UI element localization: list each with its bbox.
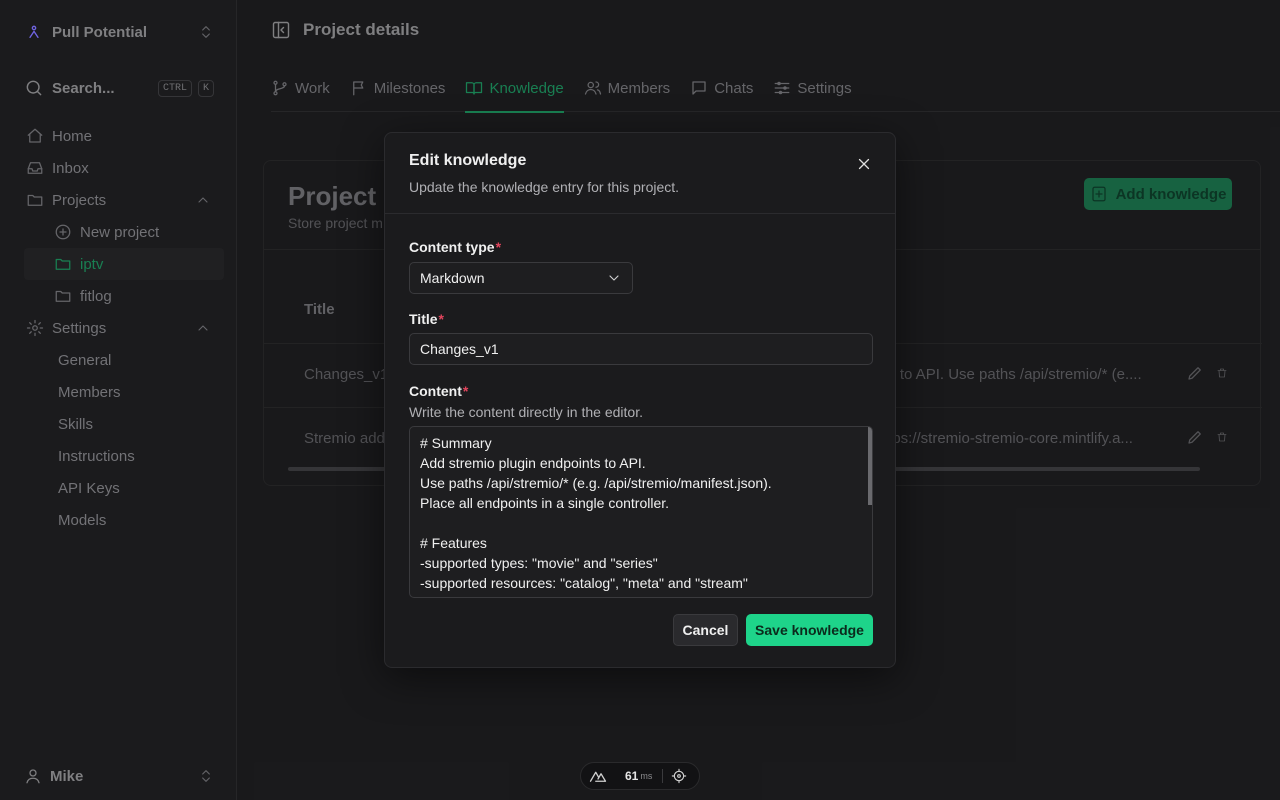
label-text: Content [409,383,462,399]
title-input-value: Changes_v1 [420,341,499,357]
edit-knowledge-dialog: Edit knowledge Update the knowledge entr… [384,132,896,668]
nuxt-logo-icon[interactable] [589,767,607,785]
cancel-button[interactable]: Cancel [673,614,738,646]
dialog-title: Edit knowledge [409,152,527,169]
toolbar-separator [662,769,664,783]
content-label: Content* [409,383,468,399]
devtools-toolbar: 61 ms [580,762,700,790]
save-knowledge-button[interactable]: Save knowledge [746,614,873,646]
content-type-label: Content type* [409,239,501,255]
content-help-text: Write the content directly in the editor… [409,404,643,420]
required-marker: * [495,239,502,255]
content-editor-text: # Summary Add stremio plugin endpoints t… [420,435,772,597]
dialog-subtitle: Update the knowledge entry for this proj… [409,179,680,195]
render-time-value: 61 [625,769,639,783]
editor-scrollbar[interactable] [868,427,872,505]
render-time-unit: ms [640,771,653,781]
crosshair-icon[interactable] [671,768,687,784]
content-editor[interactable]: # Summary Add stremio plugin endpoints t… [409,426,873,598]
title-label: Title* [409,311,444,327]
chevron-down-icon [606,270,622,286]
required-marker: * [462,383,469,399]
title-input[interactable]: Changes_v1 [409,333,873,365]
label-text: Content type [409,239,495,255]
required-marker: * [438,311,444,327]
dialog-divider [385,213,895,214]
content-type-select[interactable]: Markdown [409,262,633,294]
close-icon[interactable] [855,155,873,173]
content-type-value: Markdown [420,270,485,286]
label-text: Title [409,311,438,327]
